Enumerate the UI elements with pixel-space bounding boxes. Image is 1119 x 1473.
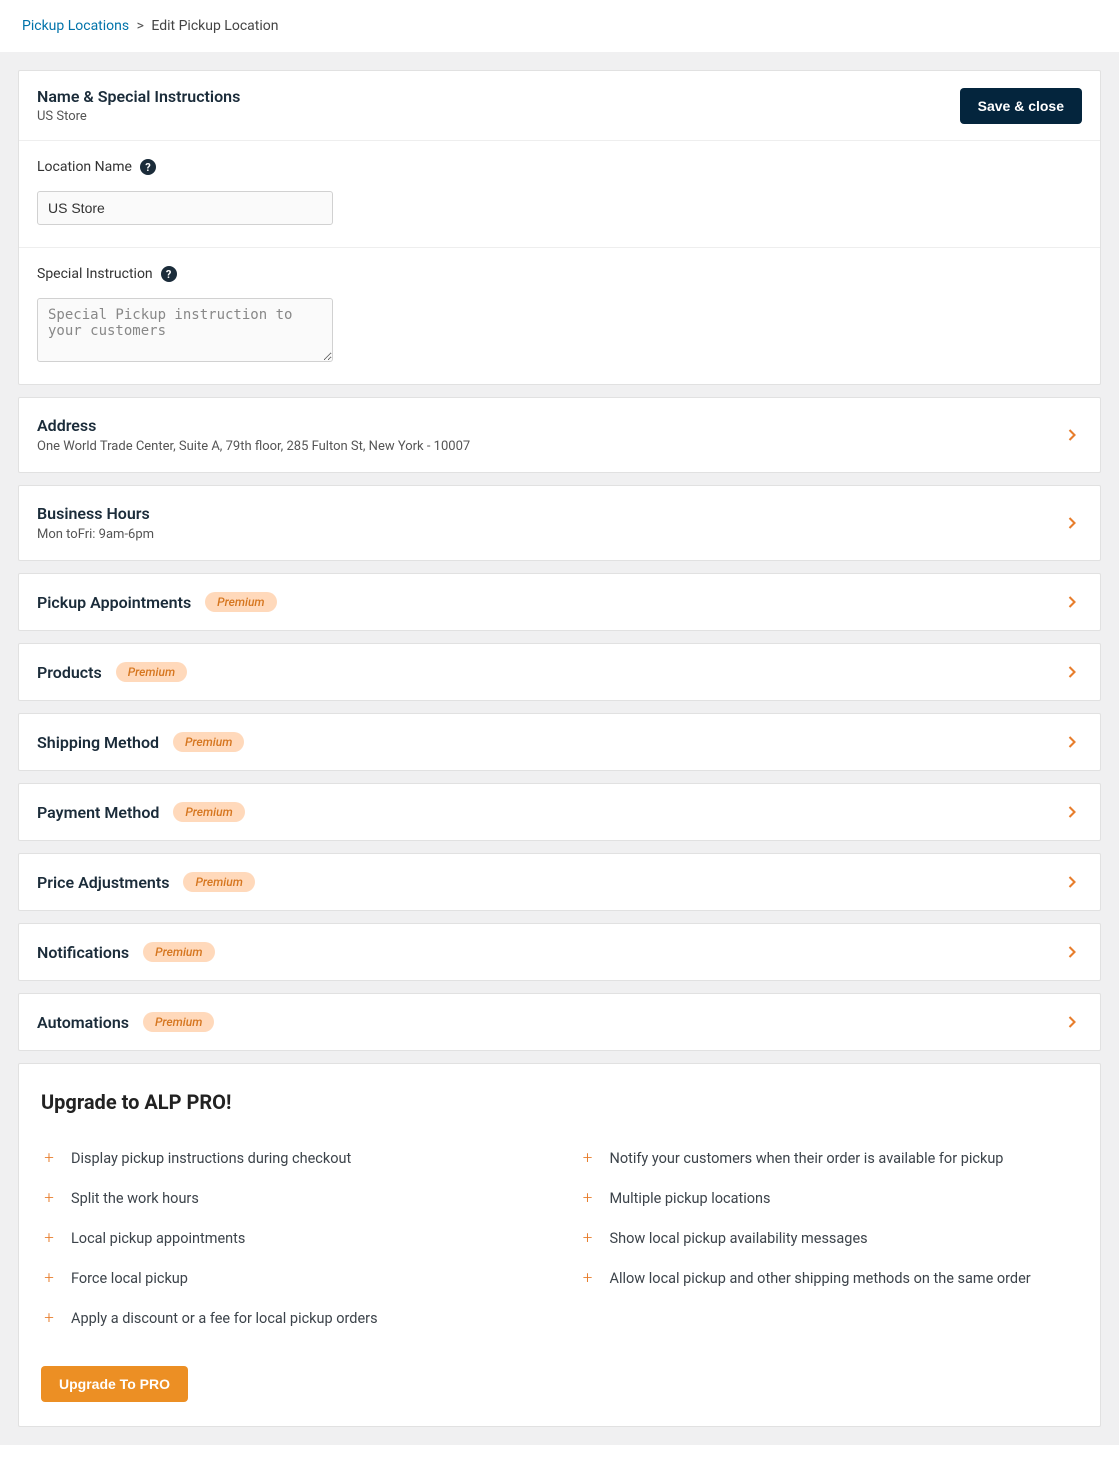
- section-title-text: Products: [37, 663, 102, 682]
- feature-label: Notify your customers when their order i…: [610, 1150, 1004, 1167]
- feature-item: + Display pickup instructions during chec…: [41, 1138, 540, 1178]
- location-name-input[interactable]: [37, 191, 333, 225]
- feature-label: Force local pickup: [71, 1270, 188, 1287]
- breadcrumb: Pickup Locations > Edit Pickup Location: [0, 0, 1119, 52]
- section-automations[interactable]: Automations Premium: [18, 993, 1101, 1051]
- breadcrumb-root-link[interactable]: Pickup Locations: [22, 18, 129, 34]
- chevron-right-icon: [1062, 732, 1082, 752]
- premium-badge: Premium: [143, 942, 214, 962]
- plus-icon: +: [580, 1228, 596, 1248]
- feature-item: + Local pickup appointments: [41, 1218, 540, 1258]
- plus-icon: +: [41, 1268, 57, 1288]
- plus-icon: +: [580, 1188, 596, 1208]
- chevron-right-icon: [1062, 942, 1082, 962]
- premium-badge: Premium: [116, 662, 187, 682]
- section-payment-method[interactable]: Payment Method Premium: [18, 783, 1101, 841]
- section-title-text: Address: [37, 416, 96, 435]
- premium-badge: Premium: [205, 592, 276, 612]
- plus-icon: +: [41, 1188, 57, 1208]
- section-shipping-method[interactable]: Shipping Method Premium: [18, 713, 1101, 771]
- upgrade-to-pro-button[interactable]: Upgrade To PRO: [41, 1366, 188, 1402]
- plus-icon: +: [41, 1228, 57, 1248]
- section-title-text: Business Hours: [37, 504, 150, 523]
- name-instructions-card: Name & Special Instructions US Store Sav…: [18, 70, 1101, 385]
- help-icon[interactable]: ?: [161, 266, 177, 282]
- section-subtitle: One World Trade Center, Suite A, 79th fl…: [37, 439, 470, 454]
- premium-badge: Premium: [183, 872, 254, 892]
- chevron-right-icon: [1062, 513, 1082, 533]
- premium-badge: Premium: [173, 732, 244, 752]
- section-title-text: Automations: [37, 1013, 129, 1032]
- breadcrumb-current: Edit Pickup Location: [151, 18, 278, 34]
- save-close-button[interactable]: Save & close: [960, 88, 1082, 124]
- chevron-right-icon: [1062, 662, 1082, 682]
- special-instruction-textarea[interactable]: [37, 298, 333, 362]
- section-title-text: Shipping Method: [37, 733, 159, 752]
- section-pickup-appointments[interactable]: Pickup Appointments Premium: [18, 573, 1101, 631]
- chevron-right-icon: [1062, 1012, 1082, 1032]
- section-notifications[interactable]: Notifications Premium: [18, 923, 1101, 981]
- section-price-adjustments[interactable]: Price Adjustments Premium: [18, 853, 1101, 911]
- breadcrumb-separator: >: [137, 18, 144, 34]
- help-icon[interactable]: ?: [140, 159, 156, 175]
- feature-item: + Allow local pickup and other shipping m…: [580, 1258, 1079, 1298]
- feature-label: Local pickup appointments: [71, 1230, 245, 1247]
- plus-icon: +: [580, 1148, 596, 1168]
- card-title: Name & Special Instructions: [37, 87, 240, 106]
- premium-badge: Premium: [143, 1012, 214, 1032]
- plus-icon: +: [580, 1268, 596, 1288]
- section-title-text: Payment Method: [37, 803, 159, 822]
- feature-label: Split the work hours: [71, 1190, 199, 1207]
- feature-item: + Multiple pickup locations: [580, 1178, 1079, 1218]
- feature-label: Show local pickup availability messages: [610, 1230, 868, 1247]
- feature-label: Allow local pickup and other shipping me…: [610, 1270, 1031, 1287]
- feature-item: + Notify your customers when their order …: [580, 1138, 1079, 1178]
- chevron-right-icon: [1062, 425, 1082, 445]
- premium-badge: Premium: [173, 802, 244, 822]
- card-subtitle: US Store: [37, 109, 240, 124]
- upgrade-title: Upgrade to ALP PRO!: [41, 1090, 1078, 1114]
- feature-label: Display pickup instructions during check…: [71, 1150, 351, 1167]
- special-instruction-label: Special Instruction: [37, 266, 153, 282]
- section-business-hours[interactable]: Business Hours Mon toFri: 9am-6pm: [18, 485, 1101, 561]
- section-title-text: Pickup Appointments: [37, 593, 191, 612]
- chevron-right-icon: [1062, 592, 1082, 612]
- section-products[interactable]: Products Premium: [18, 643, 1101, 701]
- chevron-right-icon: [1062, 802, 1082, 822]
- section-title-text: Price Adjustments: [37, 873, 169, 892]
- section-subtitle: Mon toFri: 9am-6pm: [37, 527, 154, 542]
- feature-item: + Apply a discount or a fee for local pic…: [41, 1298, 540, 1338]
- divider: [19, 247, 1100, 248]
- feature-item: + Split the work hours: [41, 1178, 540, 1218]
- upgrade-card: Upgrade to ALP PRO! + Display pickup inst…: [18, 1063, 1101, 1427]
- feature-label: Apply a discount or a fee for local pick…: [71, 1310, 378, 1327]
- location-name-label: Location Name: [37, 159, 132, 175]
- plus-icon: +: [41, 1308, 57, 1328]
- section-title-text: Notifications: [37, 943, 129, 962]
- chevron-right-icon: [1062, 872, 1082, 892]
- feature-label: Multiple pickup locations: [610, 1190, 771, 1207]
- feature-item: + Force local pickup: [41, 1258, 540, 1298]
- feature-item: + Show local pickup availability messages: [580, 1218, 1079, 1258]
- section-address[interactable]: Address One World Trade Center, Suite A, …: [18, 397, 1101, 473]
- plus-icon: +: [41, 1148, 57, 1168]
